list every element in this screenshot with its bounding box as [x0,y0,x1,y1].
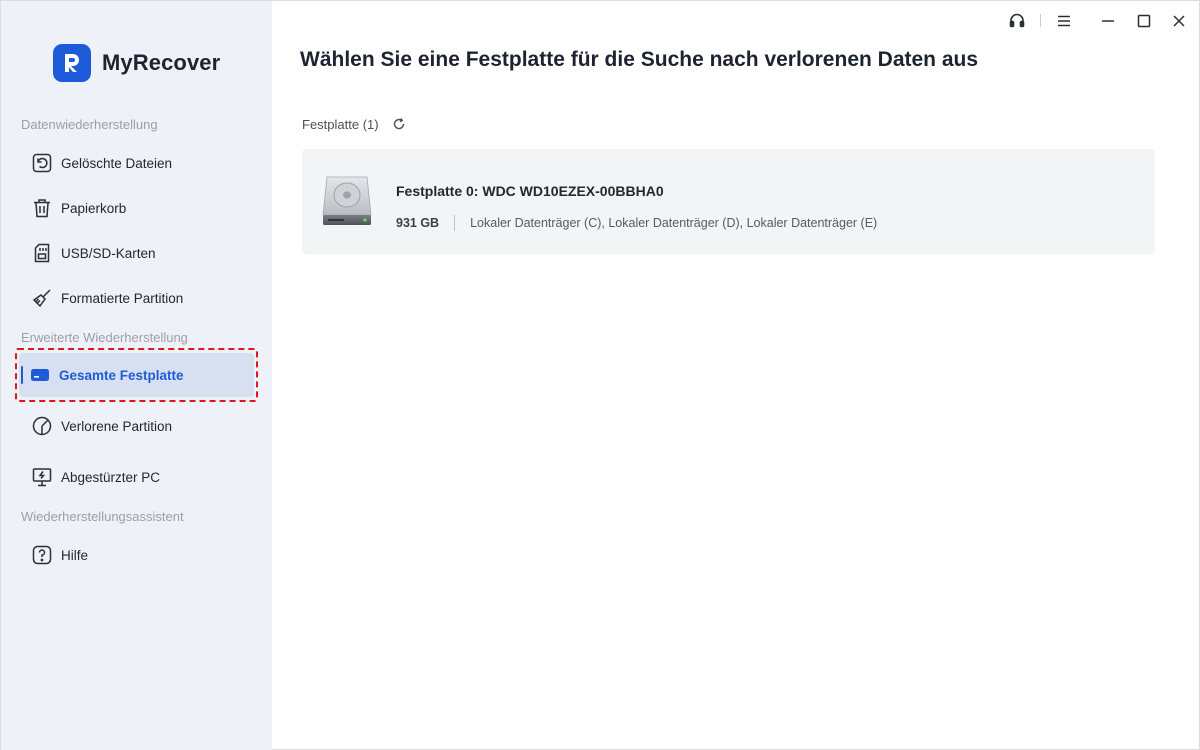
disk-size: 931 GB [396,216,440,230]
sidebar-item-usb-sd[interactable]: USB/SD-Karten [21,233,257,273]
sidebar-item-label: Gelöschte Dateien [61,155,173,171]
support-icon[interactable] [1006,10,1028,32]
disk-name: Festplatte 0: WDC WD10EZEX-00BBHA0 [396,183,664,199]
sidebar-item-whole-disk[interactable]: Gesamte Festplatte [19,353,254,397]
hard-drive-icon [29,364,51,386]
sidebar-item-recycle-bin[interactable]: Papierkorb [21,188,257,228]
sidebar-item-label: Papierkorb [61,200,127,216]
sidebar-item-label: Gesamte Festplatte [59,367,184,383]
sidebar: MyRecover Datenwiederherstellung Gelösch… [1,1,272,750]
app-window: MyRecover Datenwiederherstellung Gelösch… [0,0,1200,750]
section-title-erweiterte: Erweiterte Wiederherstellung [21,330,188,345]
active-indicator [21,366,23,384]
divider [454,215,456,231]
titlebar-divider [1040,14,1041,27]
maximize-icon[interactable] [1133,10,1155,32]
menu-icon[interactable] [1053,10,1075,32]
restore-icon [31,152,53,174]
disk-list-header: Festplatte (1) [302,116,407,132]
disk-partitions: Lokaler Datenträger (C), Lokaler Datentr… [470,216,878,230]
app-name: MyRecover [102,50,221,75]
disk-count-label: Festplatte (1) [302,116,379,132]
sidebar-item-label: USB/SD-Karten [61,245,156,261]
refresh-icon[interactable] [391,116,407,132]
sidebar-item-label: Formatierte Partition [61,290,184,306]
section-title-datenwiederherstellung: Datenwiederherstellung [21,117,158,132]
sidebar-item-label: Abgestürzter PC [61,469,161,485]
sidebar-item-deleted-files[interactable]: Gelöschte Dateien [21,143,257,183]
sidebar-item-help[interactable]: Hilfe [21,535,257,575]
sidebar-item-label: Verlorene Partition [61,418,173,434]
page-title: Wählen Sie eine Festplatte für die Suche… [300,48,979,71]
minimize-icon[interactable] [1097,10,1119,32]
help-icon [31,544,53,566]
sidebar-item-label: Hilfe [61,547,89,563]
sidebar-item-lost-partition[interactable]: Verlorene Partition [21,406,257,446]
broom-icon [31,287,53,309]
sidebar-item-crashed-pc[interactable]: Abgestürzter PC [21,457,257,497]
brand: MyRecover [53,44,220,82]
hdd-icon [321,173,373,229]
sidebar-item-formatted-partition[interactable]: Formatierte Partition [21,278,257,318]
close-icon[interactable] [1168,10,1190,32]
app-logo-icon [53,44,91,82]
disk-info: 931 GB Lokaler Datenträger (C), Lokaler … [396,215,877,231]
disk-card[interactable]: Festplatte 0: WDC WD10EZEX-00BBHA0 931 G… [302,149,1155,254]
partition-icon [31,415,53,437]
section-title-assistent: Wiederherstellungsassistent [21,509,184,524]
crashed-pc-icon [31,466,53,488]
trash-icon [31,197,53,219]
sd-card-icon [31,242,53,264]
